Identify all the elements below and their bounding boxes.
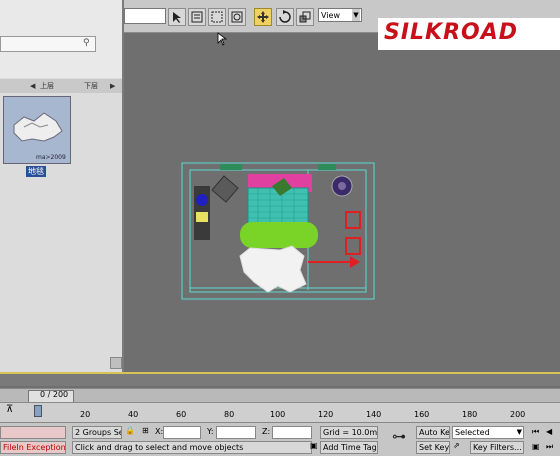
red-object (345, 211, 361, 229)
move-icon (257, 11, 269, 23)
time-slider-frame: 0 / 200 (40, 390, 69, 399)
nav-next-button[interactable]: 下层 (84, 79, 98, 93)
panel-nav-bar: ◀ 上层 下层 ▶ (0, 79, 122, 93)
go-to-start-icon[interactable]: ⏮ (532, 427, 539, 437)
track-bar-cursor[interactable] (34, 405, 42, 417)
asset-browser-panel: ⚲ ◀ 上层 下层 ▶ ma>2009 地毯 (0, 0, 124, 372)
logo-text: SILKROAD (384, 20, 519, 45)
window-right (318, 164, 336, 170)
scale-icon (299, 11, 311, 23)
ruler-tick: 140 (366, 410, 382, 419)
bed (247, 187, 309, 227)
z-label: Z: (262, 427, 271, 436)
absolute-mode-icon[interactable]: ⊞ (142, 426, 149, 435)
select-icon (173, 12, 181, 23)
time-tag-icon: ▣ (310, 441, 318, 450)
rotate-icon (279, 10, 291, 23)
auto-key-button[interactable]: Auto Key (416, 426, 450, 439)
set-key-icon[interactable]: ⊶ (392, 429, 406, 445)
green-rug (240, 222, 318, 248)
ruler-tick: 160 (414, 410, 430, 419)
y-label: Y: (207, 427, 214, 436)
rect-region-icon (211, 11, 223, 23)
select-object-button[interactable] (168, 8, 186, 26)
lamp-blue (196, 194, 208, 206)
ruler-tick: 20 (80, 410, 91, 419)
chevron-down-icon: ▼ (352, 9, 360, 21)
x-label: X: (155, 427, 164, 436)
error-message: FileIn Exception (0, 441, 66, 454)
viewport-bottom-border (0, 372, 560, 386)
search-icon[interactable]: ⚲ (83, 38, 90, 48)
frame-field-icon[interactable]: ▣ (532, 442, 540, 451)
ruler-tick: 180 (462, 410, 478, 419)
set-key-button[interactable]: Set Key (416, 441, 450, 454)
previous-frame-icon[interactable]: ◀ (546, 427, 552, 436)
selection-info: 2 Groups Sele (72, 426, 122, 439)
window-left (220, 164, 242, 170)
key-mode-icon[interactable]: ⇗ (453, 441, 460, 450)
thumbnail-label[interactable]: 地毯 (26, 166, 46, 177)
ruler-tick: 60 (176, 410, 187, 419)
z-coordinate-field[interactable] (272, 426, 312, 439)
select-by-name-button[interactable] (188, 8, 206, 26)
mouse-cursor-icon (217, 32, 227, 46)
rotate-button[interactable] (276, 8, 294, 26)
toggle-trackbar-icon[interactable]: ⊼ (6, 404, 13, 415)
side-table (211, 175, 239, 203)
floor-plan-scene[interactable] (180, 160, 380, 302)
x-coordinate-field[interactable] (163, 426, 201, 439)
add-time-tag-button[interactable]: Add Time Tag (320, 441, 378, 454)
back-arrow-icon[interactable]: ◀ (30, 79, 35, 93)
window-crossing-icon (231, 11, 243, 23)
y-coordinate-field[interactable] (216, 426, 256, 439)
move-button[interactable] (254, 8, 272, 26)
ruler-tick: 40 (128, 410, 139, 419)
key-selection-value: Selected (455, 428, 490, 437)
ruler-tick: 200 (510, 410, 526, 419)
chevron-down-icon: ▼ (516, 428, 522, 436)
select-by-name-icon (191, 11, 203, 23)
panel-scrollbar[interactable] (110, 357, 122, 369)
search-input[interactable]: ⚲ (0, 36, 96, 52)
key-selection-dropdown[interactable]: Selected ▼ (452, 426, 524, 439)
fur-rug (239, 245, 307, 293)
window-crossing-button[interactable] (228, 8, 246, 26)
ruler-tick: 100 (270, 410, 286, 419)
time-slider[interactable] (0, 388, 560, 403)
reference-coordinate-dropdown[interactable]: View ▼ (318, 8, 362, 22)
thumbnail-caption: ma>2009 (36, 154, 66, 161)
status-bar: FileIn Exception 2 Groups Sele 🔒 ⊞ X: Y:… (0, 422, 560, 456)
prompt-line: Click and drag to select and move object… (72, 441, 312, 454)
selection-filter-dropdown[interactable] (124, 8, 166, 24)
silkroad-watermark-logo: SILKROAD (378, 18, 560, 50)
maxscript-listener-box[interactable] (0, 426, 66, 439)
ruler-tick: 80 (224, 410, 235, 419)
nav-up-button[interactable]: 上层 (40, 79, 54, 93)
forward-arrow-icon[interactable]: ▶ (110, 79, 115, 93)
key-filters-button[interactable]: Key Filters... (470, 441, 524, 454)
ruler-tick: 120 (318, 410, 334, 419)
next-frame-icon[interactable]: ⏭ (546, 442, 553, 452)
view-dropdown-value: View (321, 11, 340, 20)
rect-region-button[interactable] (208, 8, 226, 26)
scale-button[interactable] (296, 8, 314, 26)
lock-icon[interactable]: 🔒 (125, 426, 135, 435)
grid-size: Grid = 10.0mm (320, 426, 378, 439)
